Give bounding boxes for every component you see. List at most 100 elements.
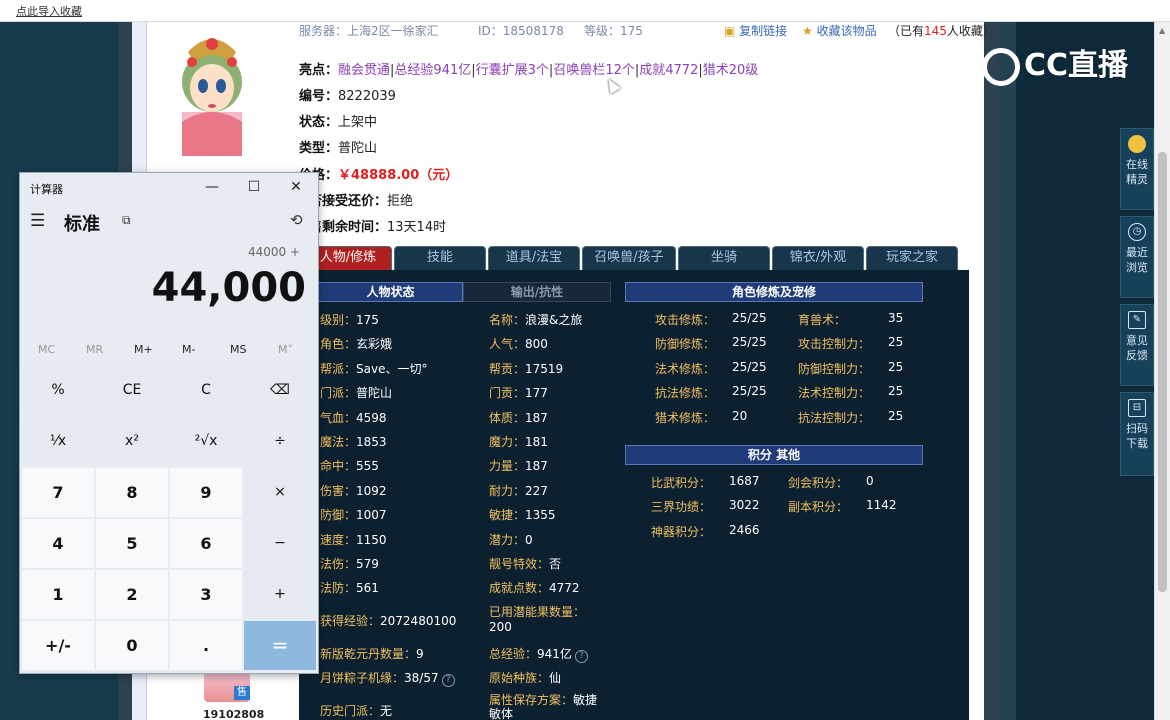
operator-key[interactable]: + xyxy=(244,570,316,619)
operator-key[interactable]: ²√x xyxy=(170,417,242,466)
stat-value: 187 xyxy=(525,459,548,474)
operator-key[interactable]: C xyxy=(170,366,242,415)
tab-skills[interactable]: 技能 xyxy=(394,246,486,270)
equals-key[interactable]: = xyxy=(244,621,316,670)
digit-key[interactable]: 1 xyxy=(22,570,94,619)
favorite-count: （已有145人收藏） xyxy=(888,22,995,39)
status-value: 上架中 xyxy=(338,115,378,130)
memory-button[interactable]: M- xyxy=(182,343,195,356)
minimize-button[interactable]: — xyxy=(192,177,232,199)
favorite-link[interactable]: ★ 收藏该物品 xyxy=(802,22,877,39)
remaining-row: 售剩余时间：13天14时 xyxy=(309,216,446,235)
memory-button[interactable]: MR xyxy=(86,343,103,356)
import-bookmark-link[interactable]: 点此导入收藏 xyxy=(16,3,82,19)
operator-key[interactable]: × xyxy=(244,468,316,517)
stat-value: 否 xyxy=(549,557,562,571)
digit-key[interactable]: 6 xyxy=(170,519,242,568)
digit-key[interactable]: 5 xyxy=(96,519,168,568)
stat-row: 门派：普陀山 xyxy=(320,384,392,401)
tab-mounts[interactable]: 坐骑 xyxy=(678,246,770,270)
stat-value: 25/25 xyxy=(732,359,767,374)
bargain-value: 拒绝 xyxy=(387,194,414,209)
highlight-tag[interactable]: 猎术20级 xyxy=(703,63,759,78)
highlight-tag[interactable]: 召唤兽栏12个 xyxy=(553,63,635,78)
status-row: 状态：上架中 xyxy=(299,111,377,130)
stat-key: 防御： xyxy=(320,508,357,523)
digit-key[interactable]: +/- xyxy=(22,621,94,670)
stat-row: 法伤：579 xyxy=(320,555,379,572)
stat-key: 副本积分： xyxy=(788,500,849,515)
stat-history: 历史门派：无 xyxy=(320,702,392,719)
tab-items[interactable]: 道具/法宝 xyxy=(488,246,580,270)
digit-key[interactable]: 9 xyxy=(170,468,242,517)
points-row: 比武积分： xyxy=(651,474,711,491)
keep-on-top-icon[interactable]: ⧉ xyxy=(122,213,131,228)
digit-key[interactable]: 7 xyxy=(22,468,94,517)
digit-key[interactable]: 8 xyxy=(96,468,168,517)
highlight-tag[interactable]: 成就4772 xyxy=(639,63,698,78)
stat-row: 魔法：1853 xyxy=(320,433,387,450)
output-resist-header[interactable]: 输出/抗性 xyxy=(463,282,611,302)
maximize-button[interactable]: ☐ xyxy=(234,177,274,199)
tab-home[interactable]: 玩家之家 xyxy=(866,246,958,270)
cultivation-value: 25/25 xyxy=(732,360,767,374)
stat-key: 魔法： xyxy=(320,435,357,449)
history-icon[interactable]: ⟲ xyxy=(290,211,303,229)
side-feedback[interactable]: ✎ 意见 反馈 xyxy=(1120,304,1154,386)
highlight-tag[interactable]: 总经验941亿 xyxy=(394,63,471,78)
stat-row: 敏捷：1355 xyxy=(489,506,556,523)
stat-value: 25 xyxy=(888,335,904,350)
stat-value: 941亿 xyxy=(537,647,572,661)
bargain-row: 否接受还价：拒绝 xyxy=(309,190,413,209)
price-row: 价格：￥48888.00（元） xyxy=(299,164,458,183)
cultivation-value: 20 xyxy=(732,409,747,423)
side-recent-browse[interactable]: ◷ 最近 浏览 xyxy=(1120,216,1154,298)
digit-key[interactable]: 0 xyxy=(96,621,168,670)
digit-key[interactable]: 4 xyxy=(22,519,94,568)
stat-key: 角色： xyxy=(320,337,357,352)
stat-value: 555 xyxy=(356,459,379,474)
character-status-header[interactable]: 人物状态 xyxy=(318,282,463,302)
stat-key: 法术控制力： xyxy=(798,386,871,401)
scroll-up-icon[interactable]: ▲ xyxy=(1159,26,1165,35)
stat-value: 800 xyxy=(525,337,548,352)
stat-value: 579 xyxy=(356,557,379,571)
sale-badge: 售 xyxy=(234,686,250,700)
stat-total-exp: 总经验：941亿? xyxy=(489,645,588,663)
hamburger-menu-icon[interactable]: ☰ xyxy=(30,211,45,231)
cultivation-row: 防御修炼： xyxy=(655,335,715,352)
operator-key[interactable]: ¹⁄x xyxy=(22,417,94,466)
operator-key[interactable]: ⌫ xyxy=(244,366,316,415)
memory-button[interactable]: M+ xyxy=(134,343,153,356)
points-value: 1142 xyxy=(866,498,897,512)
memory-button[interactable]: MC xyxy=(38,343,55,356)
digit-key[interactable]: 3 xyxy=(170,570,242,619)
operator-key[interactable]: CE xyxy=(96,366,168,415)
points-row: 剑会积分： xyxy=(788,474,848,491)
tab-pets[interactable]: 召唤兽/孩子 xyxy=(582,246,676,270)
operator-key[interactable]: x² xyxy=(96,417,168,466)
help-icon[interactable]: ? xyxy=(574,650,588,663)
side-online-sprite[interactable]: 在线 精灵 xyxy=(1120,128,1154,210)
operator-key[interactable]: % xyxy=(22,366,94,415)
copy-link[interactable]: ▣ 复制链接 xyxy=(724,22,787,39)
pet-cultivation-value: 25 xyxy=(888,360,903,374)
highlight-tag[interactable]: 行囊扩展3个 xyxy=(476,63,549,78)
side-scan-download[interactable]: ⊟ 扫码 下载 xyxy=(1120,392,1154,476)
operator-key[interactable]: − xyxy=(244,519,316,568)
stat-value: 1007 xyxy=(356,508,387,523)
page-scrollbar[interactable]: ▲ xyxy=(1154,22,1170,720)
scrollbar-thumb[interactable] xyxy=(1158,152,1167,592)
tab-outfits[interactable]: 锦衣/外观 xyxy=(772,246,864,270)
digit-key[interactable]: 2 xyxy=(96,570,168,619)
digit-key[interactable]: . xyxy=(170,621,242,670)
type-value: 普陀山 xyxy=(338,141,378,156)
stat-value: 0 xyxy=(866,474,874,488)
operator-key[interactable]: ÷ xyxy=(244,417,316,466)
close-button[interactable]: ✕ xyxy=(276,177,316,199)
memory-button[interactable]: MS xyxy=(230,343,246,356)
highlight-tag[interactable]: 融会贯通 xyxy=(338,63,390,78)
memory-button[interactable]: M˅ xyxy=(278,343,293,356)
stat-value: 25 xyxy=(888,408,904,423)
help-icon[interactable]: ? xyxy=(441,674,455,687)
